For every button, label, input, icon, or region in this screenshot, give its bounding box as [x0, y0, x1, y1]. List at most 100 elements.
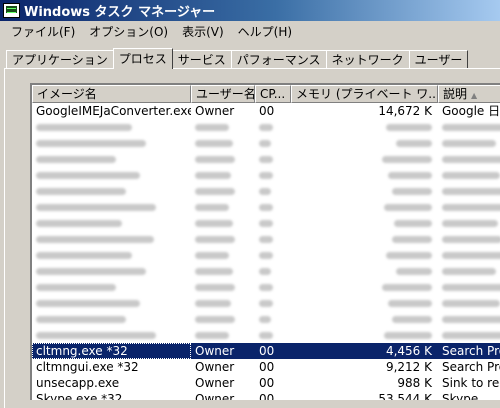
menu-bar: ファイル(F) オプション(O) 表示(V) ヘルプ(H): [0, 21, 500, 41]
redacted-text: [259, 268, 271, 275]
title-bar[interactable]: Windows タスク マネージャー: [0, 0, 500, 21]
redacted-text: [396, 268, 432, 275]
process-user: Owner: [195, 360, 235, 374]
redacted-text: [259, 300, 273, 307]
redacted-text: [36, 220, 122, 227]
redacted-text: [36, 300, 140, 307]
table-row[interactable]: le: [32, 183, 500, 199]
table-row[interactable]: unsecapp.exe Owner 00 988 K Sink to receive …: [32, 375, 500, 391]
redacted-text: [195, 236, 235, 243]
process-cpu: [255, 231, 291, 247]
process-user: [191, 247, 255, 263]
process-name: [32, 279, 191, 295]
redacted-text: [442, 299, 500, 307]
redacted-text: [442, 236, 500, 243]
table-row[interactable]: [32, 279, 500, 295]
column-user-name[interactable]: ユーザー名: [191, 85, 255, 103]
process-memory: [291, 151, 438, 167]
process-description: skl: [438, 327, 500, 343]
redacted-text: [195, 140, 233, 147]
menu-view[interactable]: 表示(V): [175, 23, 231, 40]
table-row[interactable]: cltmngui.exe *32 Owner 00 9,212 K Search Pro…: [32, 359, 500, 375]
tab-strip: アプリケーション プロセス サービス パフォーマンス ネットワーク ユーザー: [6, 48, 469, 69]
table-row[interactable]: cltmng.exe *32 Owner 00 4,456 K Search Prote…: [32, 343, 500, 359]
process-description: Sink to receive a: [442, 376, 500, 390]
column-memory[interactable]: メモリ (プライベート ワ...: [291, 85, 438, 103]
process-list[interactable]: イメージ名 ユーザー名 CP... メモリ (プライベート ワ... 説明 ▲ G…: [30, 83, 500, 400]
process-user: [191, 327, 255, 343]
table-row[interactable]: cke: [32, 135, 500, 151]
tab-services[interactable]: サービス: [171, 50, 232, 68]
process-name: [32, 199, 191, 215]
tab-processes[interactable]: プロセス: [112, 48, 173, 69]
table-row[interactable]: [32, 167, 500, 183]
column-image-name[interactable]: イメージ名: [32, 85, 191, 103]
redacted-text: [195, 252, 229, 259]
process-name: [32, 231, 191, 247]
table-row[interactable]: e: [32, 151, 500, 167]
process-memory: [291, 135, 438, 151]
process-user: [191, 215, 255, 231]
process-name: Skype.exe *32: [36, 392, 123, 400]
redacted-text: [195, 124, 229, 131]
table-row[interactable]: GoogleIMEJaConverter.exe ... Owner 00 14,67…: [32, 103, 500, 119]
redacted-text: [36, 124, 132, 131]
process-memory: 4,456 K: [385, 344, 432, 358]
redacted-text: [36, 284, 116, 291]
table-row[interactable]: skl: [32, 327, 500, 343]
process-user: [191, 135, 255, 151]
process-memory: [291, 295, 438, 311]
process-name: [32, 295, 191, 311]
tab-users[interactable]: ユーザー: [408, 50, 469, 68]
table-row[interactable]: od: [32, 311, 500, 327]
process-cpu: 00: [259, 360, 275, 374]
table-row[interactable]: [32, 247, 500, 263]
process-description: To: [438, 295, 500, 311]
process-description: Google 日本語入: [442, 104, 500, 118]
redacted-text: [195, 332, 229, 339]
process-memory: 53,544 K: [378, 392, 432, 400]
process-cpu: 00: [259, 104, 275, 118]
redacted-text: [259, 156, 273, 163]
redacted-text: [392, 188, 432, 195]
column-description[interactable]: 説明 ▲: [438, 85, 500, 103]
process-user: [191, 199, 255, 215]
redacted-text: [442, 252, 500, 259]
table-row[interactable]: Set.: [32, 215, 500, 231]
table-row[interactable]: To: [32, 295, 500, 311]
tab-applications[interactable]: アプリケーション: [6, 50, 114, 68]
process-memory: [291, 167, 438, 183]
process-memory: 14,672 K: [378, 104, 432, 118]
menu-file[interactable]: ファイル(F): [4, 23, 82, 40]
tab-network[interactable]: ネットワーク: [325, 50, 410, 68]
process-description: [438, 279, 500, 295]
redacted-text: [195, 172, 231, 179]
process-name: cltmngui.exe *32: [36, 360, 139, 374]
process-cpu: 00: [259, 344, 275, 358]
process-user: Owner: [195, 392, 235, 400]
process-user: Owner: [195, 344, 235, 358]
table-row[interactable]: [32, 231, 500, 247]
redacted-text: [388, 300, 432, 307]
task-manager-icon: [3, 3, 20, 18]
process-description: [438, 167, 500, 183]
redacted-text: [36, 140, 146, 147]
process-user: [191, 167, 255, 183]
redacted-text: [259, 236, 273, 243]
table-row[interactable]: [32, 263, 500, 279]
process-description: [438, 231, 500, 247]
table-row[interactable]: 語入: [32, 119, 500, 135]
table-row[interactable]: Skype.exe *32 Owner 00 53,544 K Skype: [32, 391, 500, 400]
menu-options[interactable]: オプション(O): [82, 23, 175, 40]
process-description: Search Protect: [442, 344, 500, 358]
redacted-text: [442, 219, 498, 227]
tab-performance[interactable]: パフォーマンス: [230, 50, 327, 68]
redacted-text: [442, 315, 500, 323]
menu-help[interactable]: ヘルプ(H): [231, 23, 299, 40]
process-description: Set.: [438, 215, 500, 231]
redacted-text: [442, 187, 500, 195]
column-cpu[interactable]: CP...: [255, 85, 291, 103]
process-description: [438, 263, 500, 279]
table-row[interactable]: le: [32, 199, 500, 215]
redacted-text: [36, 172, 140, 179]
